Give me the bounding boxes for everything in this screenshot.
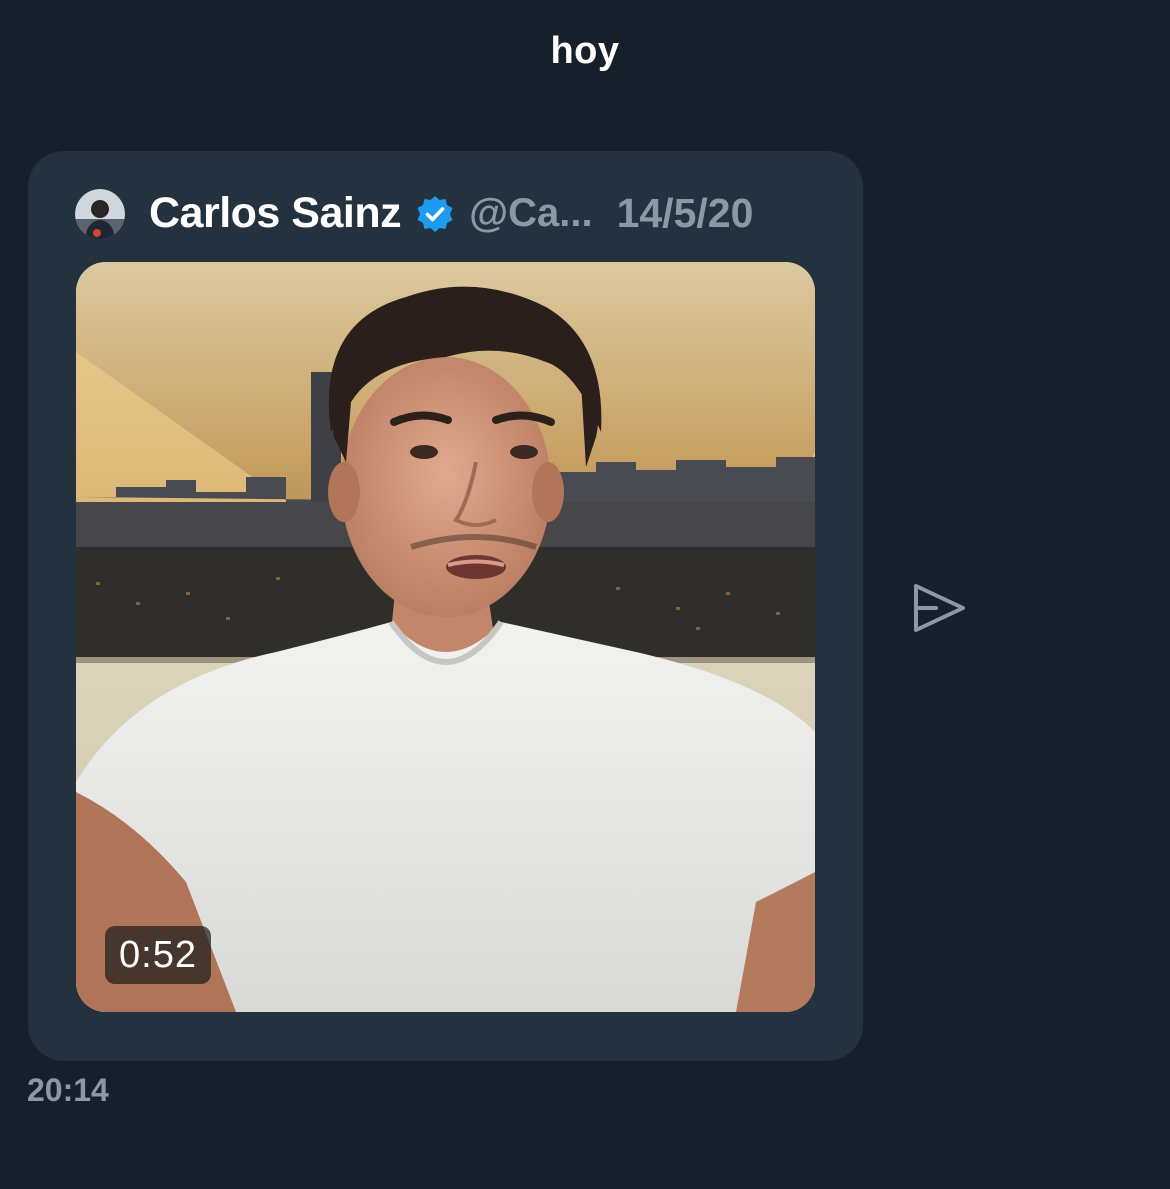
verified-badge-icon bbox=[415, 194, 455, 234]
dm-conversation: hoy Carlos Sainz @Ca... 14/5/20 0:52 20:… bbox=[0, 0, 1170, 1189]
date-separator: hoy bbox=[550, 30, 620, 72]
video-thumbnail bbox=[76, 262, 815, 1012]
message-timestamp: 20:14 bbox=[27, 1072, 109, 1108]
avatar[interactable] bbox=[75, 188, 125, 239]
shared-tweet-card[interactable]: Carlos Sainz @Ca... 14/5/20 0:52 bbox=[28, 151, 863, 1061]
tweet-author-name[interactable]: Carlos Sainz bbox=[149, 189, 402, 238]
tweet-video[interactable]: 0:52 bbox=[76, 262, 815, 1012]
tweet-date: 14/5/20 bbox=[616, 190, 754, 236]
send-share-icon bbox=[914, 584, 965, 632]
video-duration-badge: 0:52 bbox=[105, 926, 211, 984]
tweet-header: Carlos Sainz @Ca... 14/5/20 bbox=[75, 186, 816, 241]
share-button[interactable] bbox=[908, 580, 968, 636]
tweet-author-handle: @Ca... bbox=[469, 191, 593, 235]
